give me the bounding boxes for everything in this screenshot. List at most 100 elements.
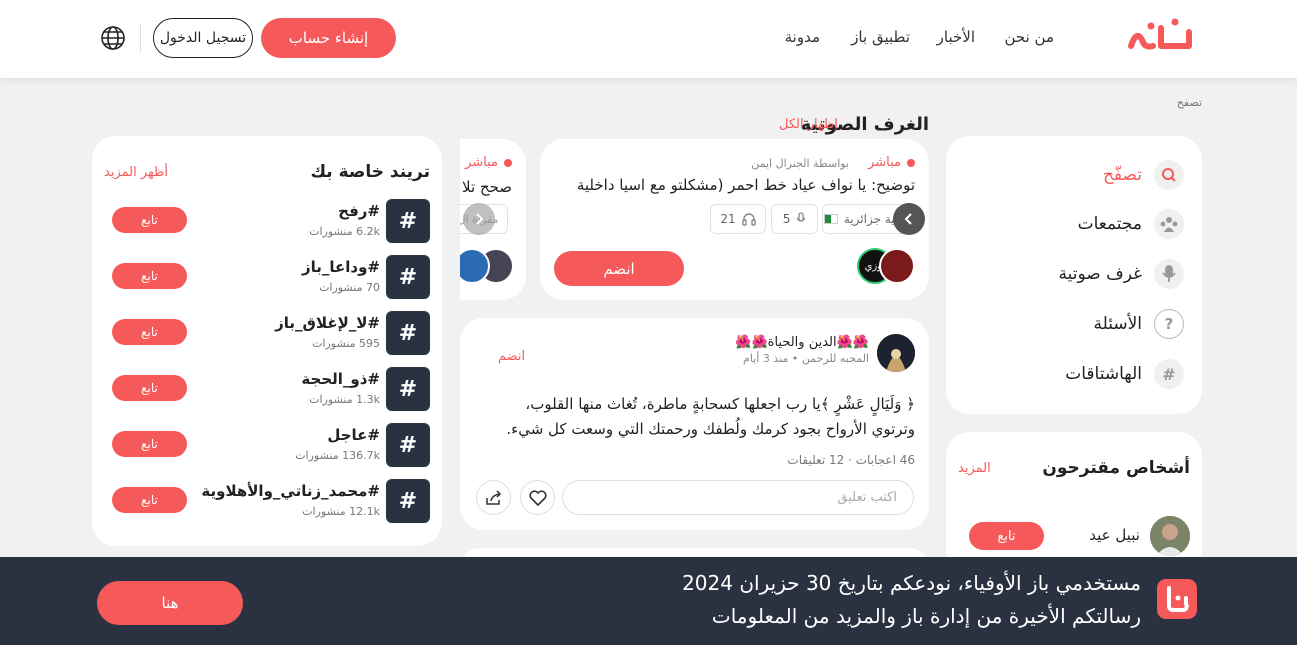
post-meta: المحبه للرحمن • منذ 3 أيام <box>743 352 869 365</box>
follow-button[interactable]: تابع <box>112 431 187 457</box>
hashtag-icon: # <box>386 311 430 355</box>
baaz-app-icon <box>1157 579 1197 619</box>
signup-button[interactable]: إنشاء حساب <box>261 18 396 58</box>
sidebar-item-label: غرف صوتية <box>1058 264 1143 284</box>
trend-item[interactable]: # #وداعا_باز 70 منشورات تابع <box>104 255 430 299</box>
room-title: توضيح: يا نواف عياد خط احمر (مشكلتو مع ا… <box>576 176 915 194</box>
trend-item[interactable]: # #محمد_زناتي_والأهلاوية 12.1k منشورات ت… <box>104 479 430 523</box>
room-title: صحح تلا <box>462 178 512 196</box>
join-community-link[interactable]: انضم <box>498 349 525 364</box>
nav-news[interactable]: الأخبار <box>937 28 975 46</box>
comment-input[interactable]: اكتب تعليق <box>562 480 914 515</box>
voice-room-card[interactable]: مباشر بواسطة الجنرال ايمن توضيح: يا نواف… <box>540 139 929 300</box>
banner-more-button[interactable]: هنا <box>97 581 243 625</box>
trend-count: 136.7k منشورات <box>295 449 380 462</box>
follow-button[interactable]: تابع <box>112 375 187 401</box>
post-time: منذ 3 أيام <box>743 352 789 365</box>
follow-button[interactable]: تابع <box>112 319 187 345</box>
header-divider <box>140 24 141 52</box>
trend-tag[interactable]: #ذو_الحجة <box>301 370 380 388</box>
farewell-banner: مستخدمي باز الأوفياء، نودعكم بتاريخ 30 ح… <box>0 557 1297 645</box>
question-icon: ? <box>1154 309 1184 339</box>
trends-panel: تريند خاصة بك أظهر المزيد # #رفح 6.2k من… <box>92 136 442 546</box>
trend-tag[interactable]: #محمد_زناتي_والأهلاوية <box>201 482 380 500</box>
trend-item[interactable]: # #عاجل 136.7k منشورات تابع <box>104 423 430 467</box>
carousel-next-button[interactable] <box>893 203 925 235</box>
hashtag-icon: # <box>386 255 430 299</box>
chevron-right-icon <box>474 212 484 226</box>
avatar[interactable] <box>877 334 915 372</box>
sidebar-item-browse[interactable]: تصفّح <box>964 155 1184 195</box>
post-stats[interactable]: 46 اعجابات · 12 تعليقات <box>787 453 915 467</box>
hashtag-icon: # <box>386 199 430 243</box>
follow-button[interactable]: تابع <box>112 487 187 513</box>
carousel-prev-button[interactable] <box>463 203 495 235</box>
trends-more-link[interactable]: أظهر المزيد <box>104 165 168 180</box>
sidebar-item-label: الأسئلة <box>1093 314 1142 334</box>
avatar[interactable] <box>1150 516 1190 556</box>
post-body: ﴿ وَلَيَالٍ عَشْرٍ ﴾يا رب اجعلها كسحابةٍ… <box>506 395 915 438</box>
nav-blog[interactable]: مدونة <box>785 28 820 46</box>
suggested-people: أشخاص مقترحون المزيد نبيل عيد تابع <box>946 432 1202 572</box>
trend-item[interactable]: # #لا_لإغلاق_باز 595 منشورات تابع <box>104 311 430 355</box>
meta-separator: • <box>788 352 799 365</box>
show-all-link[interactable]: إظهار الكل <box>779 117 838 132</box>
follow-button[interactable]: تابع <box>112 263 187 289</box>
live-badge: مباشر <box>465 155 512 170</box>
speakers-count: 5 <box>771 204 818 234</box>
suggested-title: أشخاص مقترحون <box>1042 458 1190 478</box>
post-card: 🌺🌺الدين والحياة🌺🌺 المحبه للرحمن • منذ 3 … <box>460 318 929 530</box>
sidebar-item-communities[interactable]: مجتمعات <box>964 204 1184 244</box>
trend-tag[interactable]: #عاجل <box>327 426 380 444</box>
sidebar-item-label: تصفّح <box>1102 165 1142 185</box>
speakers-value: 5 <box>782 212 791 226</box>
search-icon <box>1154 160 1184 190</box>
sidebar-item-voice-rooms[interactable]: غرف صوتية <box>964 254 1184 294</box>
trend-count: 1.3k منشورات <box>309 393 380 406</box>
microphone-icon <box>796 212 806 226</box>
hashtag-icon: # <box>386 479 430 523</box>
follow-button[interactable]: تابع <box>969 522 1044 550</box>
trend-tag[interactable]: #وداعا_باز <box>302 258 380 276</box>
hashtag-icon: # <box>386 367 430 411</box>
sidebar-item-questions[interactable]: ? الأسئلة <box>964 304 1184 344</box>
live-badge: مباشر <box>868 155 915 170</box>
trends-title: تريند خاصة بك <box>310 162 430 182</box>
nav-app[interactable]: تطبيق باز <box>851 28 910 46</box>
listeners-value: 21 <box>720 212 736 226</box>
globe-icon[interactable] <box>100 25 126 51</box>
nav-about[interactable]: من نحن <box>1005 28 1055 46</box>
banner-line-2: رسالتكم الأخيرة من إدارة باز والمزيد من … <box>711 604 1141 628</box>
room-host: بواسطة الجنرال ايمن <box>751 157 849 170</box>
breadcrumb: تصفح <box>1176 96 1202 109</box>
listeners-count: 21 <box>710 204 766 234</box>
trend-count: 70 منشورات <box>319 281 380 294</box>
top-header: من نحن الأخبار تطبيق باز مدونة إنشاء حسا… <box>0 0 1297 78</box>
hashtag-icon: # <box>1154 359 1184 389</box>
sidebar-item-label: الهاشتاقات <box>1065 364 1142 384</box>
hashtag-icon: # <box>386 423 430 467</box>
suggested-more-link[interactable]: المزيد <box>958 461 991 476</box>
chevron-left-icon <box>904 212 914 226</box>
community-icon <box>1154 209 1184 239</box>
login-button[interactable]: تسجيل الدخول <box>153 18 253 58</box>
heart-icon <box>528 489 547 506</box>
share-button[interactable] <box>476 480 511 515</box>
sidebar-item-hashtags[interactable]: # الهاشتاقات <box>964 354 1184 394</box>
trend-count: 12.1k منشورات <box>302 505 380 518</box>
baaz-logo[interactable] <box>1123 18 1195 54</box>
trend-count: 6.2k منشورات <box>309 225 380 238</box>
post-community[interactable]: المحبه للرحمن <box>802 352 869 365</box>
follow-button[interactable]: تابع <box>112 207 187 233</box>
trend-item[interactable]: # #رفح 6.2k منشورات تابع <box>104 199 430 243</box>
post-author[interactable]: 🌺🌺الدين والحياة🌺🌺 <box>735 335 869 350</box>
share-icon <box>485 489 503 506</box>
trend-count: 595 منشورات <box>312 337 380 350</box>
sidebar-item-label: مجتمعات <box>1077 214 1142 234</box>
trend-tag[interactable]: #لا_لإغلاق_باز <box>275 314 380 332</box>
trend-tag[interactable]: #رفح <box>338 202 380 220</box>
person-name[interactable]: نبيل عيد <box>1089 526 1140 544</box>
trend-item[interactable]: # #ذو_الحجة 1.3k منشورات تابع <box>104 367 430 411</box>
join-room-button[interactable]: انضم <box>554 251 684 286</box>
like-button[interactable] <box>520 480 555 515</box>
